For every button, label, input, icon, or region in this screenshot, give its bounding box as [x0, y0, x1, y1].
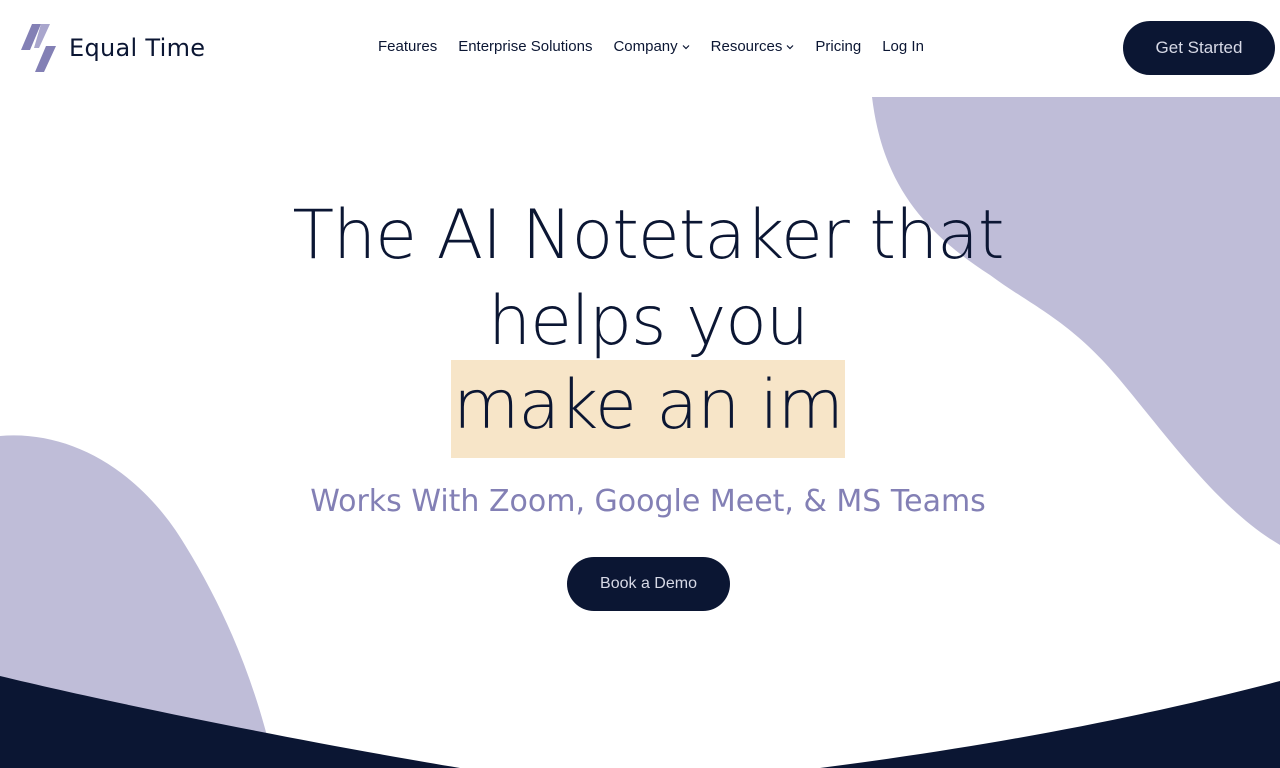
brand-logo[interactable]: Equal Time — [20, 22, 205, 74]
book-demo-button[interactable]: Book a Demo — [567, 557, 730, 611]
chevron-down-icon — [682, 44, 690, 49]
nav-item-label: Enterprise Solutions — [458, 38, 593, 55]
nav-item-pricing[interactable]: Pricing — [815, 38, 861, 55]
nav-item-label: Company — [613, 38, 678, 55]
hero-headline-line-2: helps you — [488, 282, 809, 361]
navy-wave-bottom-right — [820, 681, 1280, 768]
nav-item-label: Pricing — [815, 38, 862, 55]
nav-item-company[interactable]: Company — [613, 38, 690, 55]
nav-item-label: Log In — [882, 38, 924, 55]
hero-headline-highlight: make an im — [451, 360, 845, 458]
chevron-down-icon — [786, 44, 794, 49]
nav-item-label: Features — [378, 38, 438, 55]
nav-item-label: Resources — [710, 38, 783, 55]
landing-page: Equal Time Features Enterprise Solutions… — [0, 0, 1280, 768]
nav-item-resources[interactable]: Resources — [711, 38, 795, 55]
hero-headline-line-3-wrapper: make an im — [0, 360, 1280, 458]
main-nav: Features Enterprise Solutions Company Re… — [378, 38, 945, 55]
brand-name: Equal Time — [69, 34, 206, 62]
nav-item-enterprise-solutions[interactable]: Enterprise Solutions — [458, 38, 592, 55]
hero-subheadline: Works With Zoom, Google Meet, & MS Teams — [310, 484, 986, 519]
nav-item-features[interactable]: Features — [378, 38, 437, 55]
hero-headline-line-1: The AI Notetaker that — [292, 196, 1004, 275]
get-started-button[interactable]: Get Started — [1123, 21, 1275, 75]
site-header: Equal Time Features Enterprise Solutions… — [0, 0, 1280, 97]
equal-time-slash-icon — [21, 24, 56, 72]
nav-item-log-in[interactable]: Log In — [882, 38, 924, 55]
